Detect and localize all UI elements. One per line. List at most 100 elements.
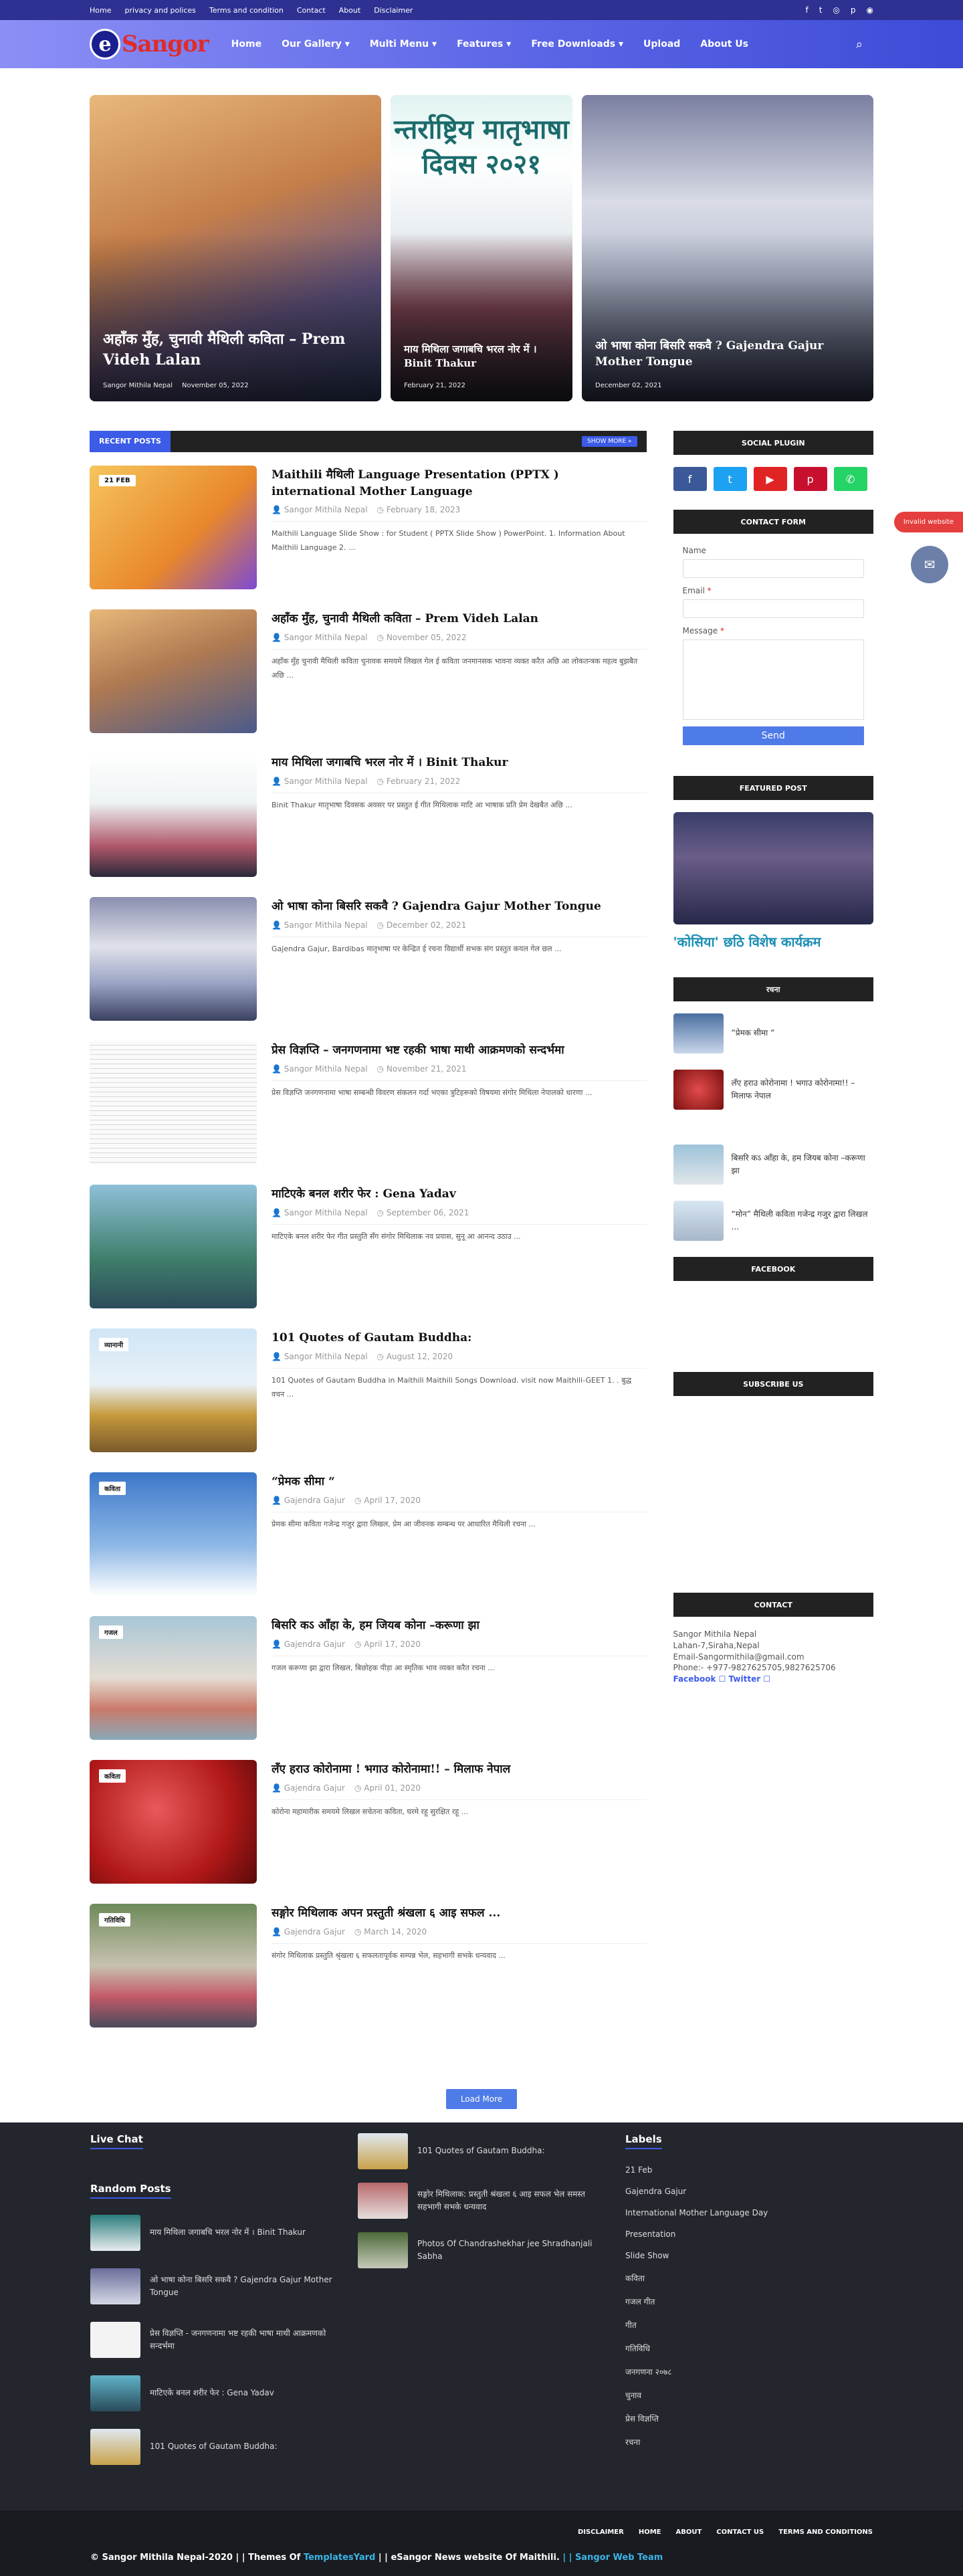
featured-title[interactable]: 'कोसिया' छठि विशेष कार्यक्रम bbox=[673, 932, 873, 951]
post-title[interactable]: लँए हराउ कोरोनामा ! भगाउ कोरोनामा!! – मि… bbox=[272, 1761, 647, 1778]
post-author[interactable]: 👤 Sangor Mithila Nepal bbox=[272, 777, 368, 786]
post-thumbnail[interactable]: व्यानानी bbox=[90, 1328, 257, 1452]
post-author[interactable]: 👤 Sangor Mithila Nepal bbox=[272, 1208, 368, 1217]
list-item[interactable]: 101 Quotes of Gautam Buddha: bbox=[358, 2133, 605, 2169]
post-author[interactable]: 👤 Sangor Mithila Nepal bbox=[272, 633, 368, 642]
post-author[interactable]: 👤 Sangor Mithila Nepal bbox=[272, 1064, 368, 1074]
facebook-icon[interactable]: f bbox=[805, 5, 808, 15]
post-author[interactable]: 👤 Sangor Mithila Nepal bbox=[272, 1352, 368, 1361]
message-field[interactable] bbox=[682, 639, 864, 720]
list-item[interactable]: बिसरि कऽ आँहा के, हम जियब कोना –करूणा झा bbox=[673, 1145, 873, 1185]
post-thumbnail[interactable] bbox=[90, 753, 257, 877]
pinterest-icon[interactable]: p bbox=[793, 467, 827, 491]
label-item[interactable]: International Mother Language Day bbox=[625, 2208, 873, 2217]
footer-link-disclaimer[interactable]: DISCLAIMER bbox=[578, 2529, 624, 2536]
top-link-terms[interactable]: Terms and condition bbox=[209, 6, 284, 15]
nav-upload[interactable]: Upload bbox=[643, 39, 680, 49]
post-item[interactable]: गजल बिसरि कऽ आँहा के, हम जियब कोना –करूण… bbox=[90, 1616, 647, 1760]
post-title[interactable]: बिसरि कऽ आँहा के, हम जियब कोना –करूणा झा bbox=[272, 1617, 647, 1634]
featured-image[interactable] bbox=[673, 812, 873, 924]
footer-link-home[interactable]: HOME bbox=[639, 2529, 661, 2536]
hero-title[interactable]: अहाँक मुँह, चुनावी मैथिली कविता – Prem V… bbox=[103, 329, 368, 371]
facebook-icon[interactable]: f bbox=[673, 467, 707, 491]
label-item[interactable]: रचना bbox=[625, 2436, 873, 2448]
post-thumbnail[interactable]: 21 FEB bbox=[90, 466, 257, 589]
label-item[interactable]: प्रेस विज्ञप्ति bbox=[625, 2413, 873, 2424]
post-item[interactable]: ओ भाषा कोना बिसरि सकवै ? Gajendra Gajur … bbox=[90, 897, 647, 1041]
hero-title[interactable]: माय मिथिला जगाबचि भरल नोर में । Binit Th… bbox=[404, 342, 559, 371]
instagram-icon[interactable]: ◎ bbox=[833, 5, 839, 15]
post-thumbnail[interactable] bbox=[90, 897, 257, 1021]
label-item[interactable]: Gajendra Gajur bbox=[625, 2187, 873, 2196]
templatesyard-link[interactable]: TemplatesYard bbox=[304, 2553, 376, 2563]
post-title[interactable]: “प्रेमक सीमा “ bbox=[272, 1474, 647, 1490]
post-item[interactable]: माय मिथिला जगाबचि भरल नोर में । Binit Th… bbox=[90, 753, 647, 897]
post-item[interactable]: माटिएके बनल शरीर फेर : Gena Yadav 👤 Sang… bbox=[90, 1185, 647, 1328]
post-author[interactable]: 👤 Gajendra Gajur bbox=[272, 1927, 345, 1937]
invalid-website-badge[interactable]: Invalid website bbox=[893, 512, 963, 532]
list-item[interactable]: सङ्गोर मिथिलाक: प्रस्तुती श्रंखला ६ आइ स… bbox=[358, 2183, 605, 2219]
show-more-button[interactable]: SHOW MORE » bbox=[582, 436, 637, 447]
label-item[interactable]: जनगणना २०७८ bbox=[625, 2366, 873, 2377]
rss-icon[interactable]: ◉ bbox=[867, 5, 873, 15]
list-item[interactable]: ओ भाषा कोना बिसरि सकवै ? Gajendra Gajur … bbox=[90, 2268, 338, 2304]
post-title[interactable]: अहाँक मुँह, चुनावी मैथिली कविता – Prem V… bbox=[272, 611, 647, 627]
top-link-home[interactable]: Home bbox=[90, 6, 111, 15]
post-thumbnail[interactable] bbox=[90, 609, 257, 733]
post-thumbnail[interactable]: कविता bbox=[90, 1472, 257, 1596]
label-item[interactable]: Slide Show bbox=[625, 2251, 873, 2260]
post-item[interactable]: कविता “प्रेमक सीमा “ 👤 Gajendra Gajur ◷ A… bbox=[90, 1472, 647, 1616]
label-item[interactable]: कविता bbox=[625, 2272, 873, 2284]
label-item[interactable]: गजल गीत bbox=[625, 2296, 873, 2307]
post-thumbnail[interactable]: कविता bbox=[90, 1760, 257, 1884]
post-thumbnail[interactable] bbox=[90, 1041, 257, 1165]
nav-features[interactable]: Features ▾ bbox=[457, 39, 511, 49]
post-thumbnail[interactable]: गतिविधि bbox=[90, 1904, 257, 2027]
list-item[interactable]: “प्रेमक सीमा “ bbox=[673, 1013, 873, 1054]
list-item[interactable]: माटिएके बनल शरीर फेर : Gena Yadav bbox=[90, 2375, 338, 2411]
post-title[interactable]: प्रेस विज्ञप्ति – जनगणनामा भष्ट रहकी भाष… bbox=[272, 1042, 647, 1059]
name-field[interactable] bbox=[682, 559, 864, 578]
twitter-icon[interactable]: t bbox=[713, 467, 747, 491]
hero-card[interactable]: अहाँक मुँह, चुनावी मैथिली कविता – Prem V… bbox=[90, 95, 381, 401]
post-title[interactable]: Maithili मैथिली Language Presentation (P… bbox=[272, 467, 647, 500]
post-item[interactable]: प्रेस विज्ञप्ति – जनगणनामा भष्ट रहकी भाष… bbox=[90, 1041, 647, 1185]
nav-downloads[interactable]: Free Downloads ▾ bbox=[531, 39, 623, 49]
post-item[interactable]: कविता लँए हराउ कोरोनामा ! भगाउ कोरोनामा!… bbox=[90, 1760, 647, 1904]
list-item[interactable]: लँए हराउ कोरोनामा ! भगाउ कोरोनामा!! – मि… bbox=[673, 1070, 873, 1110]
nav-multimenu[interactable]: Multi Menu ▾ bbox=[370, 39, 437, 49]
label-item[interactable]: 21 Feb bbox=[625, 2165, 873, 2175]
list-item[interactable]: प्रेस विज्ञप्ति - जनगणनामा भष्ट रहकी भाष… bbox=[90, 2322, 338, 2358]
post-item[interactable]: अहाँक मुँह, चुनावी मैथिली कविता – Prem V… bbox=[90, 609, 647, 753]
post-thumbnail[interactable] bbox=[90, 1185, 257, 1308]
send-button[interactable]: Send bbox=[682, 726, 864, 745]
contact-social-links[interactable]: Facebook ☐ Twitter ☐ bbox=[673, 1674, 873, 1685]
post-item[interactable]: गतिविधि सङ्गोर मिथिलाक अपन प्रस्तुती श्र… bbox=[90, 1904, 647, 2048]
list-item[interactable]: 101 Quotes of Gautam Buddha: bbox=[90, 2429, 338, 2465]
top-link-disclaimer[interactable]: Disclaimer bbox=[374, 6, 413, 15]
footer-link-about[interactable]: ABOUT bbox=[675, 2529, 702, 2536]
post-author[interactable]: 👤 Sangor Mithila Nepal bbox=[272, 920, 368, 930]
footer-link-terms[interactable]: TERMS AND CONDITIONS bbox=[778, 2529, 873, 2536]
top-link-contact[interactable]: Contact bbox=[297, 6, 326, 15]
post-title[interactable]: सङ्गोर मिथिलाक अपन प्रस्तुती श्रंखला ६ आ… bbox=[272, 1905, 647, 1922]
post-title[interactable]: 101 Quotes of Gautam Buddha: bbox=[272, 1330, 647, 1347]
email-field[interactable] bbox=[682, 599, 864, 618]
top-link-privacy[interactable]: privacy and polices bbox=[124, 6, 195, 15]
label-item[interactable]: गीत bbox=[625, 2319, 873, 2331]
whatsapp-icon[interactable]: ✆ bbox=[833, 467, 867, 491]
hero-title[interactable]: ओ भाषा कोना बिसरि सकवै ? Gajendra Gajur … bbox=[595, 338, 860, 371]
post-author[interactable]: 👤 Sangor Mithila Nepal bbox=[272, 505, 368, 514]
nav-home[interactable]: Home bbox=[231, 39, 261, 49]
pinterest-icon[interactable]: p bbox=[851, 5, 856, 15]
list-item[interactable]: “मोन” मैथिली कविता गजेन्द्र गजुर द्वारा … bbox=[673, 1201, 873, 1241]
youtube-icon[interactable]: ▶ bbox=[753, 467, 787, 491]
footer-link-contact[interactable]: CONTACT US bbox=[716, 2529, 764, 2536]
search-icon[interactable]: ⌕ bbox=[856, 37, 863, 52]
list-item[interactable]: माय मिथिला जगाबचि भरल नोर में । Binit Th… bbox=[90, 2215, 338, 2251]
list-item[interactable]: Photos Of Chandrashekhar jee Shradhanjal… bbox=[358, 2232, 605, 2268]
top-link-about[interactable]: About bbox=[339, 6, 361, 15]
web-team-link[interactable]: | | Sangor Web Team bbox=[562, 2553, 663, 2563]
post-author[interactable]: 👤 Gajendra Gajur bbox=[272, 1640, 345, 1649]
chat-icon[interactable]: ✉ bbox=[911, 546, 948, 583]
